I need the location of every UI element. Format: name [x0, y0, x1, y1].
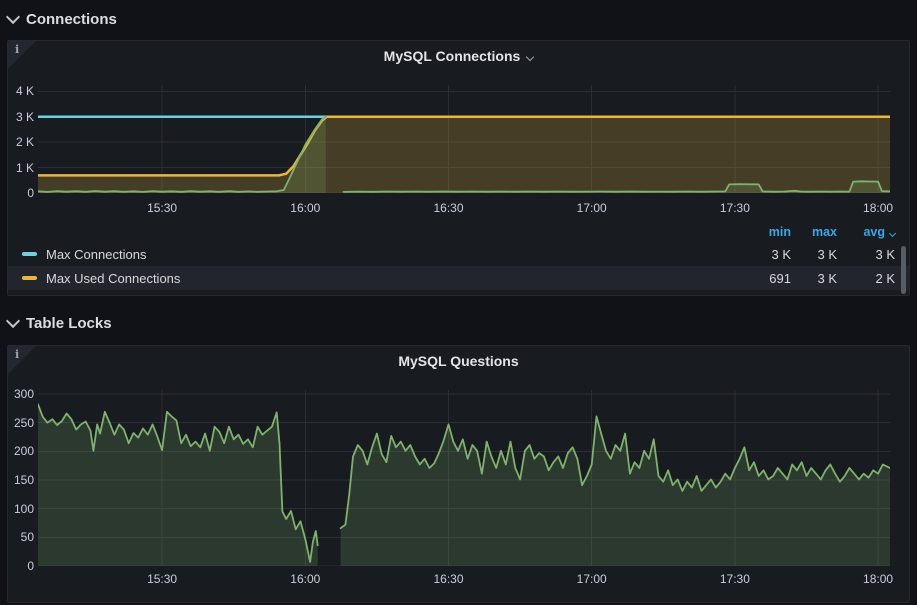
x-axis: 15:30 16:00 16:30 17:00 17:30 18:00 — [8, 572, 909, 588]
chevron-down-icon — [6, 10, 20, 24]
y-axis-tick-label: 250 — [8, 415, 34, 431]
chevron-down-icon — [889, 230, 896, 237]
legend: min max avg Max Connections 3 K 3 K 3 K … — [8, 222, 909, 290]
panel-title-mysql-connections[interactable]: MySQL Connections — [8, 48, 909, 64]
x-axis-tick-label: 15:30 — [138, 572, 186, 586]
y-axis-tick-label: 1 K — [8, 160, 34, 176]
chevron-down-icon — [526, 53, 534, 61]
x-axis-tick-label: 17:30 — [711, 572, 759, 586]
x-axis-tick-label: 17:00 — [568, 201, 616, 215]
stat-max: 3 K — [791, 247, 837, 262]
stat-min: 3 K — [739, 247, 791, 262]
panel-mysql-connections: i MySQL Connections 01 K2 K3 K4 K 15:301… — [7, 40, 910, 296]
x-axis-tick-label: 17:30 — [711, 201, 759, 215]
y-axis-tick-label: 3 K — [8, 109, 34, 125]
x-axis-tick-label: 16:30 — [424, 201, 472, 215]
stat-avg: 2 K — [837, 271, 895, 286]
y-axis-tick-label: 2 K — [8, 134, 34, 150]
y-axis-tick-label: 0 — [8, 185, 34, 201]
y-axis-tick-label: 300 — [8, 386, 34, 402]
x-axis-tick-label: 17:00 — [568, 572, 616, 586]
row-title: Connections — [26, 11, 117, 28]
legend-header: min max avg — [8, 222, 909, 242]
x-axis-tick-label: 15:30 — [138, 201, 186, 215]
series-color-swatch[interactable] — [22, 252, 37, 256]
legend-row-max-used-connections: Max Used Connections 691 3 K 2 K — [8, 266, 909, 290]
info-icon: i — [15, 348, 19, 361]
series-label[interactable]: Max Used Connections — [46, 271, 739, 286]
y-axis-tick-label: 150 — [8, 472, 34, 488]
stat-max: 3 K — [791, 271, 837, 286]
x-axis: 15:30 16:00 16:30 17:00 17:30 18:00 — [8, 201, 909, 217]
stat-avg: 3 K — [837, 247, 895, 262]
legend-sort-min[interactable]: min — [739, 225, 791, 239]
y-axis-tick-label: 200 — [8, 443, 34, 459]
row-header-connections[interactable]: Connections — [8, 8, 117, 30]
grafana-dashboard: Connections i MySQL Connections 01 K2 K3… — [0, 0, 917, 605]
x-axis-tick-label: 18:00 — [854, 572, 902, 586]
connections-chart-canvas[interactable] — [38, 85, 890, 193]
stat-min: 691 — [739, 271, 791, 286]
x-axis-tick-label: 16:00 — [281, 201, 329, 215]
legend-sort-avg[interactable]: avg — [837, 225, 895, 239]
x-axis-tick-label: 18:00 — [854, 201, 902, 215]
y-axis-tick-label: 100 — [8, 501, 34, 517]
legend-row-max-connections: Max Connections 3 K 3 K 3 K — [8, 242, 909, 266]
questions-chart-canvas[interactable] — [38, 390, 890, 566]
y-axis-tick-label: 50 — [8, 529, 34, 545]
panel-mysql-questions: i MySQL Questions 050100150200250300 15:… — [7, 345, 910, 603]
series-label[interactable]: Max Connections — [46, 247, 739, 262]
info-icon: i — [15, 43, 19, 56]
chevron-down-icon — [6, 314, 20, 328]
x-axis-tick-label: 16:00 — [281, 572, 329, 586]
panel-title-mysql-questions[interactable]: MySQL Questions — [8, 353, 909, 369]
series-color-swatch[interactable] — [22, 276, 37, 280]
x-axis-tick-label: 16:30 — [424, 572, 472, 586]
row-header-table-locks[interactable]: Table Locks — [8, 312, 112, 334]
legend-scrollbar[interactable] — [901, 246, 906, 294]
legend-sort-max[interactable]: max — [791, 225, 837, 239]
row-title: Table Locks — [26, 315, 112, 332]
y-axis-tick-label: 4 K — [8, 83, 34, 99]
